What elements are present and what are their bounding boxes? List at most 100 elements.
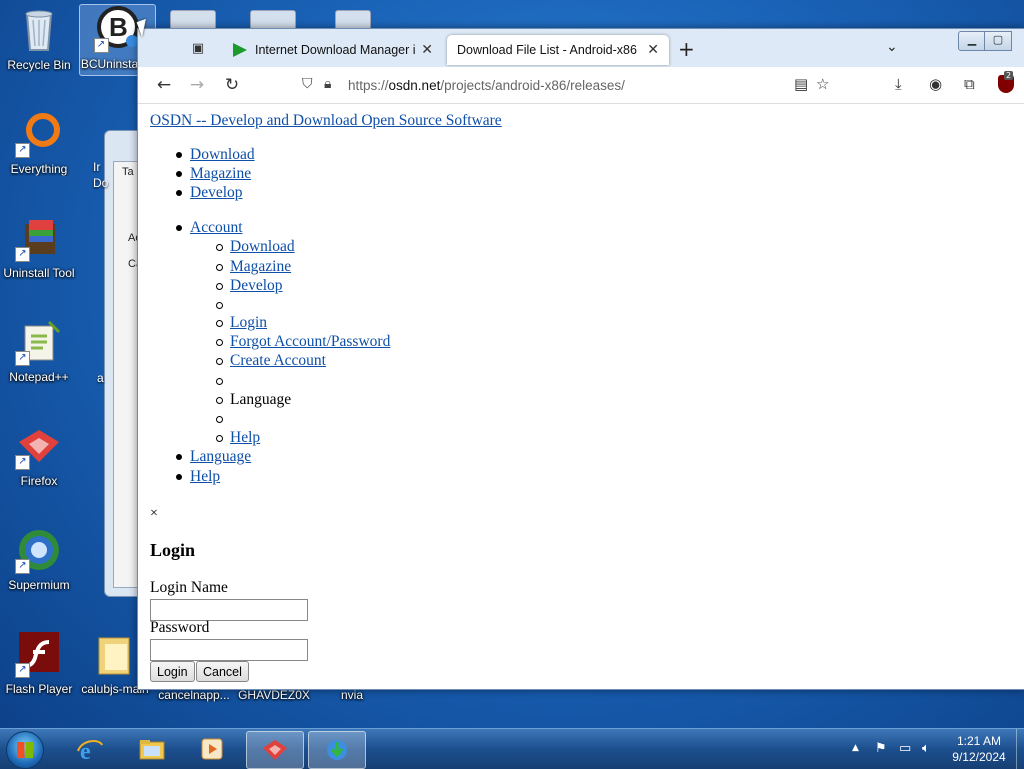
list-circle [216, 244, 223, 251]
address-bar[interactable]: ⛉ 🔒︎ https://osdn.net/projects/android-x… [298, 71, 838, 99]
tray-overflow-icon[interactable]: ▲ [852, 743, 859, 753]
notepadpp-icon: ↗ [15, 318, 63, 366]
list-bullet [176, 152, 182, 158]
nav-link-magazine[interactable]: Magazine [190, 165, 251, 183]
account-link-develop[interactable]: Develop [230, 277, 283, 295]
account-link-help[interactable]: Help [230, 429, 260, 447]
extensions-icon[interactable]: ⧉ [964, 75, 975, 93]
maximize-button[interactable]: ▢ [984, 31, 1012, 51]
lock-icon[interactable]: 🔒︎ [324, 76, 331, 92]
flash-player-icon: ↗ [15, 630, 63, 678]
account-link-create-account[interactable]: Create Account [230, 352, 326, 370]
everything-icon: ↗ [15, 110, 63, 158]
minimize-button[interactable]: ▁ [958, 31, 986, 51]
url-text[interactable]: https://osdn.net/projects/android-x86/re… [348, 78, 625, 93]
bcuninstaller-icon: B ↗ [93, 5, 142, 53]
list-circle [216, 378, 223, 385]
login-button[interactable]: Login [150, 661, 195, 682]
account-icon[interactable]: ◉ [929, 75, 942, 93]
chevron-down-icon[interactable]: ⌄ [886, 39, 898, 55]
password-input[interactable] [150, 639, 308, 661]
list-circle [216, 339, 223, 346]
page-content: OSDN -- Develop and Download Open Source… [138, 104, 1024, 689]
desktop-icon-uninstall-tool[interactable]: ↗ Uninstall Tool [0, 214, 78, 280]
desktop-icon-everything[interactable]: ↗ Everything [0, 110, 78, 176]
recycle-bin-icon [15, 6, 63, 54]
start-button[interactable] [6, 731, 44, 769]
desktop-icon-firefox[interactable]: ↗ Firefox [0, 422, 78, 488]
desktop-partial-label: Do [93, 176, 109, 190]
internet-explorer-icon: e [77, 739, 103, 761]
nav-link-download[interactable]: Download [190, 146, 255, 164]
desktop-icon-flash-player[interactable]: ↗ Flash Player [0, 630, 78, 696]
network-icon[interactable]: ▭ [899, 741, 911, 756]
taskbar-file-explorer[interactable] [124, 731, 180, 767]
taskbar-firefox[interactable] [246, 731, 304, 769]
nav-link-account[interactable]: Account [190, 219, 243, 237]
reload-button[interactable]: ↻ [220, 74, 244, 96]
new-tab-button[interactable]: + [678, 39, 695, 59]
taskbar: e ▲ ⚑ ▭ 🔈︎ 1:21 AM 9/12/2024 [0, 728, 1024, 769]
tab-active-download-list[interactable]: Download File List - Android-x86 - ( ✕ [447, 35, 669, 65]
taskbar-idm[interactable] [308, 731, 366, 769]
shortcut-arrow-icon: ↗ [15, 247, 30, 262]
desktop-icon-label: Firefox [20, 474, 58, 488]
list-bullet [176, 225, 182, 231]
desktop-icon-supermium[interactable]: ↗ Supermium [0, 526, 78, 592]
bookmark-star-icon[interactable]: ☆ [816, 75, 829, 93]
uninstall-tool-icon: ↗ [15, 214, 63, 262]
forward-button[interactable]: → [185, 74, 209, 96]
list-bullet [176, 454, 182, 460]
desktop-icon-notepadpp[interactable]: ↗ Notepad++ [0, 318, 78, 384]
download-icon[interactable]: ⤓ [895, 75, 902, 93]
shield-icon[interactable]: ⛉ [302, 76, 313, 92]
account-link-download[interactable]: Download [230, 238, 295, 256]
list-bullet [176, 474, 182, 480]
action-center-icon[interactable]: ⚑ [875, 741, 887, 756]
shortcut-arrow-icon: ↗ [15, 351, 30, 366]
shortcut-arrow-icon: ↗ [93, 38, 109, 53]
back-button[interactable]: ← [152, 74, 176, 96]
browser-window[interactable]: ▣ Internet Download Manager is ✕ Downloa… [137, 28, 1024, 690]
shortcut-arrow-icon: ↗ [15, 559, 30, 574]
close-login-icon[interactable]: × [150, 506, 158, 522]
login-name-label: Login Name [150, 579, 228, 596]
account-link-forgot-password[interactable]: Forgot Account/Password [230, 333, 390, 351]
media-player-icon [201, 738, 223, 760]
windows-logo-icon [17, 742, 33, 758]
nav-link-help[interactable]: Help [190, 468, 220, 486]
desktop-partial-label: a [97, 371, 104, 385]
desktop-icon-label: Notepad++ [9, 370, 69, 384]
taskbar-internet-explorer[interactable]: e [62, 731, 118, 767]
taskbar-media-player[interactable] [184, 731, 240, 767]
nav-link-develop[interactable]: Develop [190, 184, 243, 202]
desktop-icon-recycle-bin[interactable]: Recycle Bin [0, 6, 78, 72]
tab-title: Internet Download Manager is [255, 43, 415, 57]
password-label: Password [150, 619, 210, 636]
volume-muted-icon[interactable]: 🔈︎ [922, 741, 930, 756]
tab-idm[interactable]: Internet Download Manager is ✕ [223, 35, 443, 65]
login-name-input[interactable] [150, 599, 308, 621]
svg-text:B: B [109, 12, 128, 42]
list-circle [216, 283, 223, 290]
close-tab-icon[interactable]: ✕ [647, 41, 659, 58]
account-link-login[interactable]: Login [230, 314, 267, 332]
desktop-icon-label: Flash Player [5, 682, 73, 696]
folder-icon [91, 630, 139, 678]
site-home-link[interactable]: OSDN -- Develop and Download Open Source… [150, 112, 502, 130]
list-circle [216, 302, 223, 309]
cancel-button[interactable]: Cancel [196, 661, 249, 682]
idm-icon [233, 43, 247, 57]
nav-link-language[interactable]: Language [190, 448, 251, 466]
list-circle [216, 264, 223, 271]
reader-view-icon[interactable]: ▤ [794, 75, 808, 93]
tab-list-icon[interactable]: ▣ [188, 41, 208, 57]
show-desktop-button[interactable] [1016, 729, 1024, 769]
supermium-icon: ↗ [15, 526, 63, 574]
list-circle [216, 397, 223, 404]
desktop-icon-label: Uninstall Tool [3, 266, 75, 280]
list-circle [216, 435, 223, 442]
system-clock[interactable]: 1:21 AM 9/12/2024 [944, 733, 1014, 765]
close-tab-icon[interactable]: ✕ [421, 41, 433, 58]
account-link-magazine[interactable]: Magazine [230, 258, 291, 276]
